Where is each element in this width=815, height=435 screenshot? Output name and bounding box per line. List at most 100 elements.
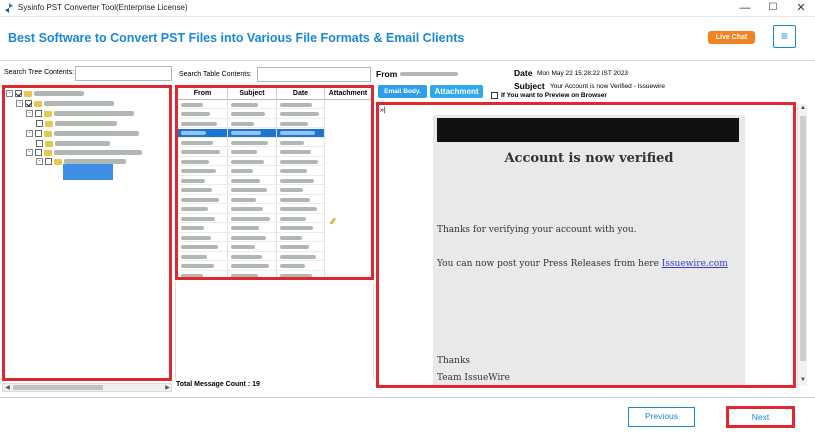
table-row[interactable]	[178, 147, 325, 157]
blurred-text	[181, 245, 218, 249]
tree-node[interactable]: -	[26, 129, 139, 138]
tree-node[interactable]: -	[26, 148, 142, 157]
tree-node[interactable]	[36, 119, 117, 128]
folder-tree-panel[interactable]: - - - - - -	[2, 85, 172, 381]
table-row[interactable]	[178, 233, 325, 242]
minimize-button[interactable]: —	[731, 0, 759, 17]
table-cell	[228, 214, 277, 223]
checkbox[interactable]	[15, 90, 22, 97]
blurred-text	[181, 159, 209, 164]
email-heading: Account is now verified	[504, 151, 674, 166]
table-row[interactable]	[178, 204, 325, 214]
table-cell	[178, 147, 228, 157]
preview-vertical-scrollbar[interactable]: ▲ ▼	[797, 104, 807, 386]
blurred-text	[280, 207, 317, 211]
table-row[interactable]	[178, 185, 325, 195]
email-line-2-text: You can now post your Press Releases fro…	[437, 259, 662, 269]
column-header-from[interactable]: From	[178, 88, 228, 100]
scroll-thumb[interactable]	[13, 385, 103, 390]
next-button[interactable]: Next	[726, 406, 795, 428]
preview-browser-label: If You want to Preview on Browser	[501, 92, 607, 99]
blurred-text	[280, 273, 312, 277]
table-cell	[228, 176, 277, 185]
scroll-down-icon[interactable]: ▼	[798, 376, 808, 385]
scroll-left-icon[interactable]: ◀	[3, 384, 12, 392]
table-row[interactable]	[178, 109, 325, 119]
table-row[interactable]	[178, 100, 325, 109]
table-row[interactable]	[178, 157, 325, 166]
tree-selected-node[interactable]	[63, 164, 113, 180]
expand-icon[interactable]: -	[6, 90, 13, 97]
blurred-text	[231, 140, 268, 145]
checkbox[interactable]	[25, 100, 32, 107]
preview-browser-checkbox[interactable]	[491, 92, 498, 99]
blurred-text	[181, 150, 220, 154]
blurred-text	[231, 216, 270, 221]
table-row[interactable]	[178, 242, 325, 252]
table-cell	[178, 233, 228, 242]
column-header-date[interactable]: Date	[277, 88, 325, 100]
expand-icon[interactable]: -	[16, 100, 23, 107]
tree-horizontal-scrollbar[interactable]: ◀ ▶	[2, 383, 172, 392]
expand-icon[interactable]: -	[26, 130, 33, 137]
live-chat-button[interactable]: Live Chat	[708, 31, 755, 44]
table-cell	[228, 185, 277, 195]
blurred-text	[280, 121, 308, 126]
table-row[interactable]	[178, 128, 325, 138]
table-row[interactable]	[178, 166, 325, 176]
close-button[interactable]: ✕	[787, 0, 815, 17]
tree-node[interactable]: -	[6, 89, 84, 98]
scroll-thumb[interactable]	[800, 116, 806, 361]
search-tree-input[interactable]	[75, 66, 172, 81]
table-cell	[277, 252, 325, 261]
table-row[interactable]	[178, 138, 325, 147]
table-cell	[228, 109, 277, 119]
maximize-button[interactable]: ☐	[759, 0, 787, 17]
subject-value: Your Account is now Verified - Issuewire	[550, 83, 666, 90]
tree-node[interactable]: -	[26, 109, 134, 118]
checkbox[interactable]	[45, 158, 52, 165]
attachment-button[interactable]: Attachment	[430, 85, 483, 98]
table-row[interactable]	[178, 214, 325, 223]
blurred-text	[181, 226, 204, 230]
scroll-up-icon[interactable]: ▲	[798, 104, 808, 113]
previous-button[interactable]: Previous	[628, 407, 695, 427]
blurred-text	[280, 102, 312, 107]
expand-icon[interactable]: -	[26, 110, 33, 117]
table-row[interactable]	[178, 271, 325, 277]
checkbox[interactable]	[35, 130, 42, 137]
folder-icon	[44, 149, 52, 156]
checkbox[interactable]	[35, 149, 42, 156]
attachment-icon	[329, 217, 336, 225]
blurred-text	[231, 264, 269, 268]
email-preview-panel[interactable]: »| Account is now verified Thanks for ve…	[376, 102, 796, 388]
blurred-text	[181, 140, 213, 145]
table-row[interactable]	[178, 176, 325, 185]
blurred-text	[231, 245, 255, 249]
blurred-text	[280, 140, 304, 145]
checkbox[interactable]	[36, 120, 43, 127]
issuewire-link[interactable]: Issuewire.com	[662, 259, 728, 269]
table-cell	[228, 100, 277, 109]
blurred-text	[231, 254, 262, 259]
table-row[interactable]	[178, 252, 325, 261]
search-table-input[interactable]	[257, 67, 371, 82]
blurred-text	[280, 264, 305, 268]
table-row[interactable]	[178, 195, 325, 204]
menu-button[interactable]: ≡	[773, 25, 796, 48]
table-row[interactable]	[178, 119, 325, 128]
blurred-text	[181, 121, 217, 126]
column-header-attachment[interactable]: Attachment	[325, 88, 371, 100]
checkbox[interactable]	[35, 110, 42, 117]
scroll-right-icon[interactable]: ▶	[163, 384, 172, 392]
table-row[interactable]	[178, 261, 325, 271]
blurred-text	[280, 178, 314, 183]
table-row[interactable]	[178, 223, 325, 233]
expand-icon[interactable]: -	[26, 149, 33, 156]
expand-icon[interactable]: -	[36, 158, 43, 165]
tree-node[interactable]	[36, 139, 110, 148]
tree-node[interactable]: -	[16, 99, 114, 108]
column-header-subject[interactable]: Subject	[228, 88, 277, 100]
email-body-button[interactable]: Email Body.	[378, 85, 427, 98]
checkbox[interactable]	[36, 140, 43, 147]
